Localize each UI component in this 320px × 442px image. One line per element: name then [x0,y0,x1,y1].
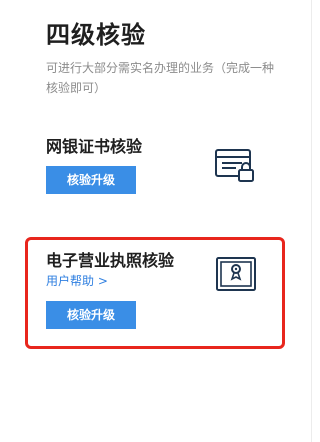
method-title-bank-cert: 网银证书核验 [46,137,143,156]
verification-panel: 四级核验 可进行大部分需实名办理的业务（完成一种核验即可） 网银证书核验 核验升… [0,0,315,442]
page-description: 可进行大部分需实名办理的业务（完成一种核验即可） [46,61,275,95]
bank-card-lock-icon [215,149,254,182]
page-title: 四级核验 [46,21,146,49]
highlight-box [25,237,285,349]
panel-divider [311,0,312,442]
upgrade-button-bank-cert[interactable]: 核验升级 [46,166,136,194]
